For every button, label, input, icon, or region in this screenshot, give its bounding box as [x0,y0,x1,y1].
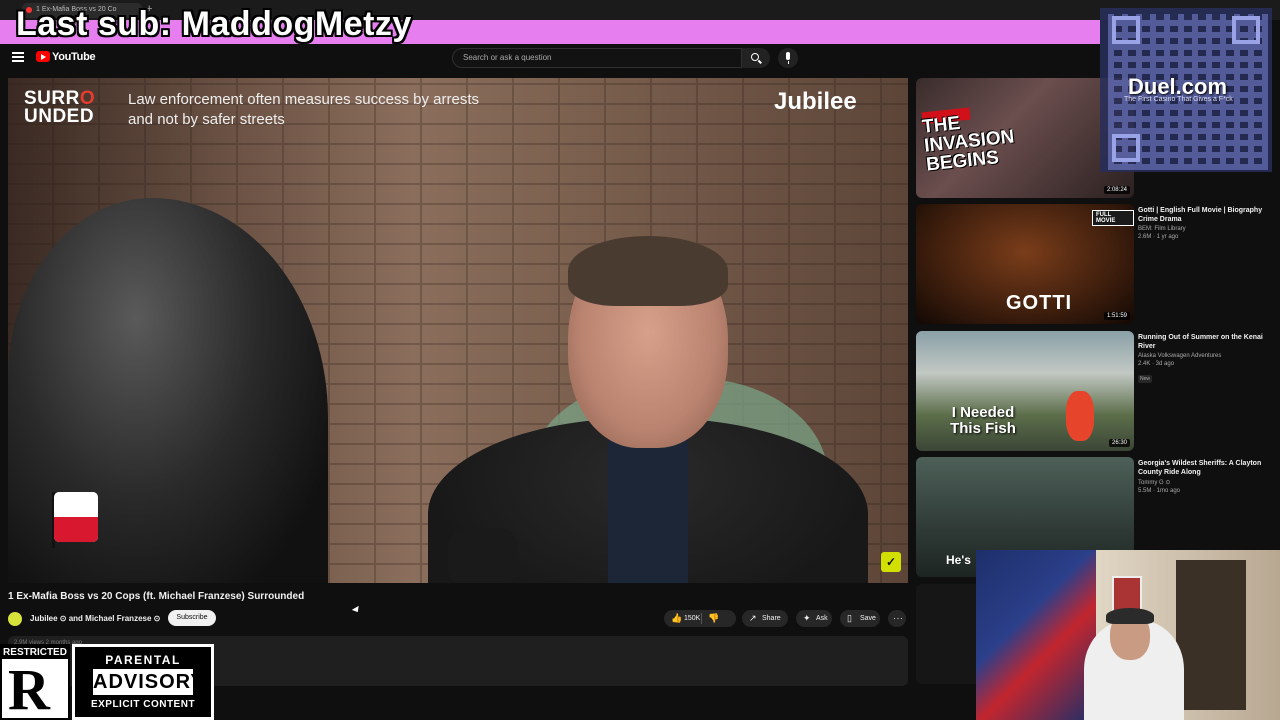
recommendation-title[interactable]: Running Out of Summer on the Kenai River [1138,333,1268,351]
ask-button[interactable]: ✦ Ask [796,610,832,627]
wall-banner [976,550,1096,720]
channel-avatar[interactable] [8,612,22,626]
share-label: Share [762,615,781,622]
webcam-feed [976,550,1280,720]
like-divider [701,613,702,624]
microphone [448,528,518,583]
duration-badge: 1:51:59 [1103,312,1130,320]
channel-name[interactable]: Jubilee ⊙ and Michael Franzese ⊙ [30,614,160,623]
advisory-top: PARENTAL [105,653,181,667]
thumb-title-text: He's [946,553,971,567]
full-movie-badge: FULL MOVIE [1092,210,1134,226]
new-badge: New [1138,375,1153,383]
qr-corner [1232,16,1260,44]
ask-label: Ask [816,615,828,622]
like-count: 150K [684,615,701,622]
door [1176,560,1246,710]
recommendation-meta[interactable]: Georgia's Wildest Sheriffs: A Clayton Co… [1138,459,1268,494]
duration-badge: 26:30 [1108,439,1130,447]
search-placeholder: Search or ask a question [463,53,552,62]
advisory-mid: ADVISORY [93,669,205,695]
bookmark-icon: ▯ [847,613,852,623]
video-title: 1 Ex-Mafia Boss vs 20 Cops (ft. Michael … [8,591,305,602]
share-button[interactable]: ↗ Share [742,610,788,627]
advisory-bottom: EXPLICIT CONTENT [90,699,196,710]
more-actions-button[interactable]: ··· [888,610,906,627]
search-input[interactable]: Search or ask a question [452,48,742,68]
recommendation-channel[interactable]: Tommy G ⊙ [1138,479,1268,486]
flag-icon [54,492,98,542]
recommendation-channel[interactable]: Alaska Volkswagen Adventures [1138,353,1268,359]
youtube-logo-icon[interactable] [36,51,50,62]
youtube-wordmark[interactable]: YouTube [52,51,96,63]
last-sub-text: Last sub: MaddogMetzy [16,5,412,43]
recommendation-title[interactable]: Gotti | English Full Movie | Biography C… [1138,206,1268,224]
share-icon: ↗ [749,613,757,623]
qr-corner [1112,134,1140,162]
youtube-header: YouTube Search or ask a question [0,44,1100,72]
sponsor-tagline: The First Casino That Gives a F*ck [1124,96,1233,103]
qr-corner [1112,16,1140,44]
recommendation-stats: 2.4K · 3d ago [1138,361,1175,367]
recommendation-channel[interactable]: BEM: Film Library [1138,226,1268,232]
sparkle-icon: ✦ [803,613,811,623]
video-player[interactable]: SURRO UNDED Law enforcement often measur… [8,78,908,583]
parental-advisory-badge: PARENTAL ADVISORY EXPLICIT CONTENT [72,644,214,720]
surrounded-logo: SURRO UNDED [24,88,96,127]
screen: 1 Ex-Mafia Boss vs 20 Co + Last sub: Mad… [0,0,1280,720]
restricted-letter: R [8,657,50,720]
mouse-cursor-icon [351,605,362,615]
search-button[interactable] [742,48,770,68]
thumb-title-text: GOTTI [1006,292,1073,314]
jubilee-watermark: Jubilee [774,88,857,115]
menu-icon[interactable] [12,52,24,62]
mic-icon[interactable] [778,48,798,68]
video-caption: Law enforcement often measures success b… [128,91,479,128]
recommendation-thumbnail[interactable]: FULL MOVIE GOTTI 1:51:59 [916,204,1134,324]
recommendation-stats: 5.5M · 1mo ago [1138,488,1181,494]
subscribe-button[interactable]: Subscribe [168,610,216,626]
streamer-cap [1106,608,1154,624]
thumbs-up-icon: 👍 [671,613,683,623]
thumb-title-text: THE INVASION BEGINS [921,112,1016,176]
search-icon [751,53,759,61]
speaker-hair [568,236,728,306]
restricted-rating-badge: RESTRICTED R [0,644,70,720]
thumb-title-text: I Needed This Fish [950,404,1016,437]
recommendation-stats: 2.6M · 1 yr ago [1138,234,1179,240]
sponsor-overlay: Duel.com The First Casino That Gives a F… [1100,8,1272,172]
recommendation-title[interactable]: Georgia's Wildest Sheriffs: A Clayton Co… [1138,459,1268,477]
recommendation-meta[interactable]: Running Out of Summer on the Kenai River… [1138,333,1268,385]
thumbs-down-icon[interactable]: 👎 [708,610,719,627]
duration-badge: 2:08:24 [1103,186,1130,194]
channel-badge-icon[interactable]: ✓ [881,552,901,572]
recommendation-thumbnail[interactable]: I Needed This Fish 26:30 [916,331,1134,451]
speaker-shirt [608,428,688,583]
save-label: Save [860,615,876,622]
like-button[interactable]: 👍 150K 👎 [664,610,736,627]
recommendation-meta[interactable]: Gotti | English Full Movie | Biography C… [1138,206,1268,240]
save-button[interactable]: ▯ Save [840,610,880,627]
fish-icon [1066,391,1094,441]
